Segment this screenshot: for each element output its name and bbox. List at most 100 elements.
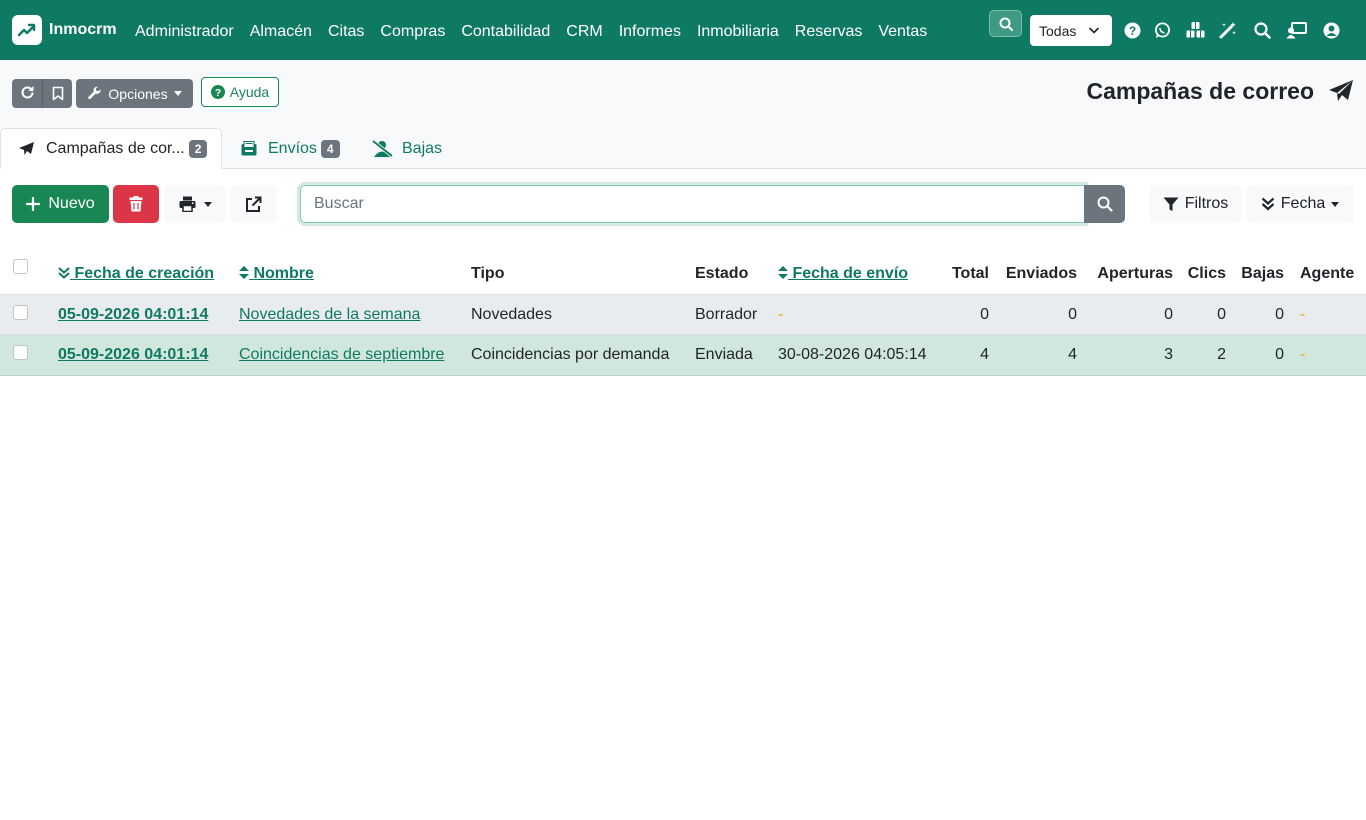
row-checkbox[interactable] — [13, 345, 28, 360]
column-header-fecha-creacion[interactable]: Fecha de creación — [58, 265, 214, 283]
external-link-icon — [245, 196, 261, 212]
chevron-down-icon — [1088, 27, 1100, 34]
cell-aperturas: 3 — [1164, 346, 1173, 363]
cell-tipo: Coincidencias por demanda — [471, 346, 670, 363]
new-label: Nuevo — [48, 195, 95, 212]
search-icon — [1097, 196, 1113, 212]
options-label: Opciones — [108, 85, 168, 102]
inbox-icon — [241, 141, 257, 156]
cell-estado: Borrador — [695, 306, 758, 323]
column-header-clics: Clics — [1187, 265, 1226, 282]
select-all-checkbox[interactable] — [13, 259, 28, 274]
cell-fecha-creacion[interactable]: 05-09-2026 04:01:14 — [58, 346, 208, 364]
menu-item-reservas[interactable]: Reservas — [787, 18, 871, 46]
column-header-fecha-envio[interactable]: Fecha de envío — [778, 265, 908, 283]
nav-search-button[interactable] — [989, 10, 1022, 37]
magic-wand-icon[interactable] — [1219, 21, 1237, 39]
wrench-icon — [88, 86, 102, 100]
menu-item-administrador[interactable]: Administrador — [127, 18, 242, 46]
column-header-bajas: Bajas — [1241, 265, 1284, 282]
cubes-icon[interactable] — [1184, 21, 1206, 39]
chart-line-icon — [12, 15, 42, 45]
cell-enviados: 0 — [1068, 306, 1077, 323]
brand[interactable]: Inmocrm — [12, 15, 117, 45]
filters-label: Filtros — [1184, 195, 1229, 212]
refresh-bookmark-group — [12, 79, 72, 108]
search-icon — [999, 17, 1013, 31]
export-button[interactable] — [230, 185, 276, 223]
filters-button[interactable]: Filtros — [1149, 185, 1242, 223]
filter-icon — [1163, 197, 1179, 211]
delete-button[interactable] — [113, 185, 159, 223]
sort-icon — [239, 266, 249, 279]
help-label: Ayuda — [229, 84, 270, 100]
cell-nombre[interactable]: Novedades de la semana — [239, 306, 420, 324]
tab-label: Campañas de cor... — [46, 139, 185, 157]
tab-label: Envíos — [268, 139, 317, 157]
cell-bajas: 0 — [1275, 346, 1284, 363]
menu-item-citas[interactable]: Citas — [320, 18, 372, 46]
whatsapp-icon[interactable] — [1153, 21, 1171, 39]
column-header-agente: Agente — [1300, 265, 1355, 282]
column-header-nombre[interactable]: Nombre — [239, 265, 314, 283]
column-label: Fecha de creación — [74, 265, 215, 282]
column-header-estado: Estado — [695, 265, 749, 282]
help-button[interactable]: ? Ayuda — [201, 77, 279, 107]
menu-item-almacen[interactable]: Almacén — [242, 18, 320, 46]
table-row[interactable]: 05-09-2026 04:01:14 Coincidencias de sep… — [0, 335, 1366, 376]
page-title: Campañas de correo — [1086, 78, 1314, 104]
menu-item-inmobiliaria[interactable]: Inmobiliaria — [689, 18, 787, 46]
main-menu: Administrador Almacén Citas Compras Cont… — [127, 18, 935, 46]
column-label: Fecha de envío — [792, 265, 909, 282]
menu-item-informes[interactable]: Informes — [611, 18, 689, 46]
plus-icon — [26, 197, 41, 211]
company-select[interactable]: Todas — [1030, 15, 1112, 46]
cell-fecha-envio: 30-08-2026 04:05:14 — [778, 346, 927, 363]
cell-nombre[interactable]: Coincidencias de septiembre — [239, 346, 444, 364]
user-slash-icon — [372, 140, 393, 157]
options-dropdown-button[interactable]: Opciones — [76, 79, 193, 108]
cell-fecha-creacion[interactable]: 05-09-2026 04:01:14 — [58, 306, 208, 324]
brand-name: Inmocrm — [49, 21, 117, 38]
question-circle-icon[interactable]: ? — [1123, 21, 1141, 39]
refresh-icon[interactable] — [20, 85, 35, 103]
sort-date-dropdown-button[interactable]: Fecha — [1246, 185, 1354, 223]
top-navbar: Inmocrm Administrador Almacén Citas Comp… — [0, 0, 1366, 60]
user-circle-icon[interactable] — [1322, 21, 1340, 39]
cell-bajas: 0 — [1275, 306, 1284, 323]
svg-text:?: ? — [1128, 23, 1135, 37]
screen-user-icon[interactable] — [1285, 21, 1307, 39]
caret-down-icon — [204, 201, 212, 207]
column-header-enviados: Enviados — [1005, 265, 1077, 282]
print-dropdown-button[interactable] — [165, 185, 226, 223]
sort-icon — [778, 266, 788, 279]
tab-bajas[interactable]: Bajas — [372, 128, 442, 169]
cell-clics: 2 — [1217, 346, 1226, 363]
cell-agente: - — [1300, 306, 1306, 323]
tab-envios[interactable]: Envíos 4 — [241, 128, 340, 169]
search-button[interactable] — [1084, 185, 1125, 223]
divider — [42, 79, 43, 108]
row-checkbox[interactable] — [13, 305, 28, 320]
cell-enviados: 4 — [1068, 346, 1077, 363]
search-icon[interactable] — [1253, 21, 1271, 39]
cell-total: 0 — [980, 306, 989, 323]
menu-item-crm[interactable]: CRM — [558, 18, 610, 46]
caret-down-icon — [1331, 201, 1340, 207]
tab-count-badge: 2 — [188, 139, 208, 158]
column-header-tipo: Tipo — [471, 265, 505, 282]
company-select-value: Todas — [1039, 22, 1077, 39]
column-header-total: Total — [951, 265, 989, 282]
cell-agente: - — [1300, 346, 1306, 363]
new-button[interactable]: Nuevo — [12, 185, 109, 223]
table-row[interactable]: 05-09-2026 04:01:14 Novedades de la sema… — [0, 294, 1366, 335]
menu-item-ventas[interactable]: Ventas — [870, 18, 935, 46]
search-input[interactable] — [300, 185, 1085, 223]
menu-item-compras[interactable]: Compras — [372, 18, 453, 46]
svg-text:?: ? — [215, 88, 221, 99]
menu-item-contabilidad[interactable]: Contabilidad — [453, 18, 558, 46]
cell-aperturas: 0 — [1164, 306, 1173, 323]
cell-fecha-envio: - — [778, 306, 784, 323]
tab-campanas[interactable]: Campañas de cor... 2 — [0, 128, 222, 169]
bookmark-icon[interactable] — [52, 86, 64, 104]
